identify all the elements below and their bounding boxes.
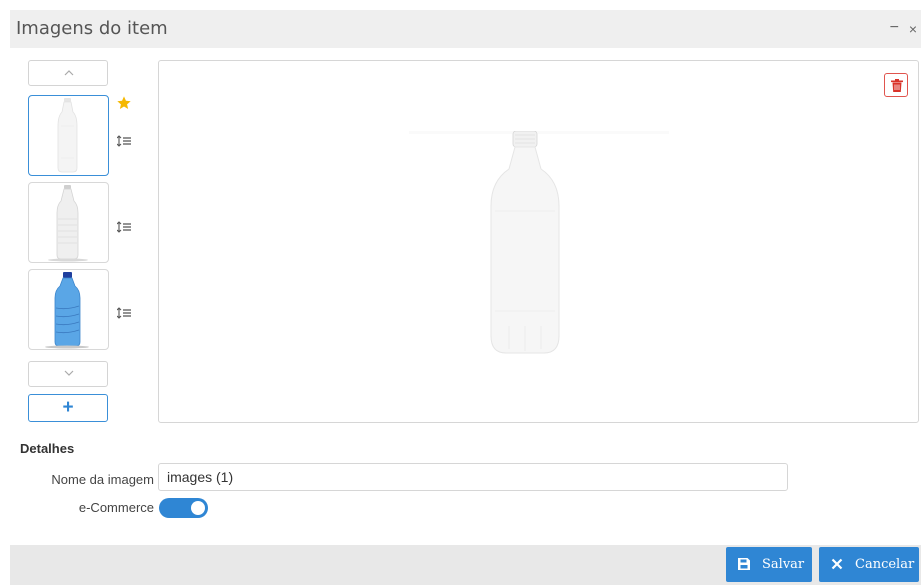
- dialog-footer: Salvar Cancelar: [10, 545, 921, 585]
- bottle-thumbnail-image: [57, 98, 78, 173]
- ecommerce-label: e-Commerce: [78, 500, 154, 515]
- reorder-icon[interactable]: [117, 307, 131, 319]
- save-button-label: Salvar: [762, 557, 805, 572]
- close-button[interactable]: ×: [909, 21, 917, 37]
- close-icon: [831, 558, 843, 570]
- bottle-thumbnail-image: [45, 272, 89, 349]
- chevron-down-icon: [64, 370, 74, 376]
- add-image-button[interactable]: +: [28, 394, 108, 422]
- thumbnail-1[interactable]: [28, 95, 109, 176]
- image-name-label: Nome da imagem: [51, 472, 154, 487]
- dialog-titlebar: Imagens do item − ×: [10, 10, 921, 48]
- save-button[interactable]: Salvar: [726, 547, 812, 582]
- thumbnails-scroll-up-button[interactable]: [28, 60, 108, 86]
- thumbnail-3[interactable]: [28, 269, 109, 350]
- ecommerce-toggle[interactable]: [159, 498, 208, 518]
- thumbnail-2[interactable]: [28, 182, 109, 263]
- bottle-thumbnail-image: [48, 185, 88, 262]
- reorder-icon[interactable]: [117, 135, 131, 147]
- cancel-button[interactable]: Cancelar: [819, 547, 919, 582]
- trash-icon: [891, 79, 903, 92]
- toggle-knob: [191, 501, 205, 515]
- dialog-title: Imagens do item: [16, 18, 168, 39]
- bottle-preview-image: [409, 131, 669, 354]
- images-dialog: Imagens do item − × + Detalhes Nome da i…: [10, 10, 921, 585]
- image-preview: [158, 60, 919, 423]
- reorder-icon[interactable]: [117, 221, 131, 233]
- plus-icon: +: [62, 397, 74, 418]
- details-heading: Detalhes: [20, 441, 75, 456]
- minimize-button[interactable]: −: [890, 19, 899, 37]
- cancel-button-label: Cancelar: [855, 557, 915, 572]
- save-icon: [738, 558, 750, 570]
- thumbnails-scroll-down-button[interactable]: [28, 361, 108, 387]
- star-icon[interactable]: [116, 95, 132, 111]
- delete-image-button[interactable]: [884, 73, 908, 97]
- chevron-up-icon: [64, 70, 74, 76]
- image-name-input[interactable]: [158, 463, 788, 491]
